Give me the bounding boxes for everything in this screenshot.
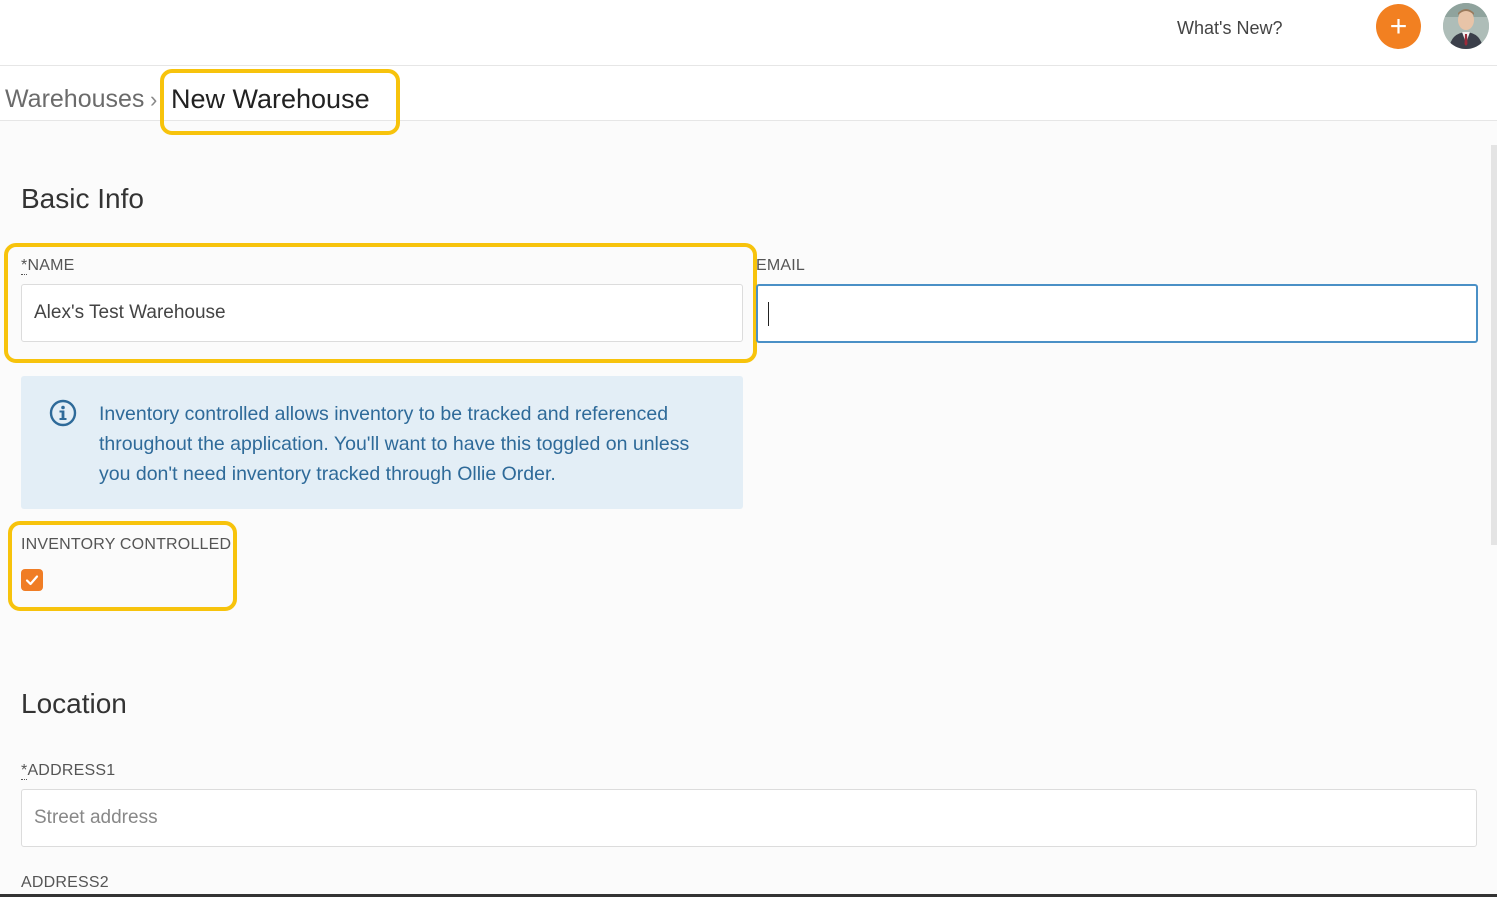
inventory-controlled-label: INVENTORY CONTROLLED xyxy=(21,536,232,553)
address2-label: ADDRESS2 xyxy=(21,874,109,891)
text-caret xyxy=(768,301,769,326)
checkmark-icon xyxy=(25,575,39,586)
address1-placeholder: Street address xyxy=(34,807,158,828)
email-label: EMAIL xyxy=(756,257,806,274)
breadcrumb: Warehouses › New Warehouse xyxy=(0,66,1497,121)
address1-label-text: ADDRESS1 xyxy=(27,762,116,779)
name-field-value: Alex's Test Warehouse xyxy=(34,302,226,323)
breadcrumb-warehouses-link[interactable]: Warehouses xyxy=(5,85,144,114)
address1-label: *ADDRESS1 xyxy=(21,762,115,780)
email-field[interactable] xyxy=(756,284,1478,343)
info-alert: Inventory controlled allows inventory to… xyxy=(21,376,743,509)
highlight-inventory-controlled xyxy=(8,521,237,611)
name-label-text: NAME xyxy=(27,257,75,274)
plus-icon: + xyxy=(1389,9,1408,43)
info-message: Inventory controlled allows inventory to… xyxy=(99,403,690,485)
top-bar: What's New? + xyxy=(0,0,1497,66)
section-title-location: Location xyxy=(21,688,127,719)
whats-new-link[interactable]: What's New? xyxy=(1177,18,1282,39)
chevron-right-icon: › xyxy=(150,87,158,112)
scrollbar[interactable] xyxy=(1491,145,1497,545)
name-field[interactable]: Alex's Test Warehouse xyxy=(21,284,743,342)
name-label: *NAME xyxy=(21,257,74,275)
inventory-controlled-checkbox[interactable] xyxy=(21,569,43,591)
page-title: New Warehouse xyxy=(171,84,370,114)
info-icon xyxy=(49,399,77,427)
avatar-photo xyxy=(1443,3,1489,49)
section-title-basic-info: Basic Info xyxy=(21,183,144,214)
user-avatar[interactable] xyxy=(1443,3,1489,49)
add-button[interactable]: + xyxy=(1376,4,1421,49)
address1-field[interactable]: Street address xyxy=(21,789,1477,847)
